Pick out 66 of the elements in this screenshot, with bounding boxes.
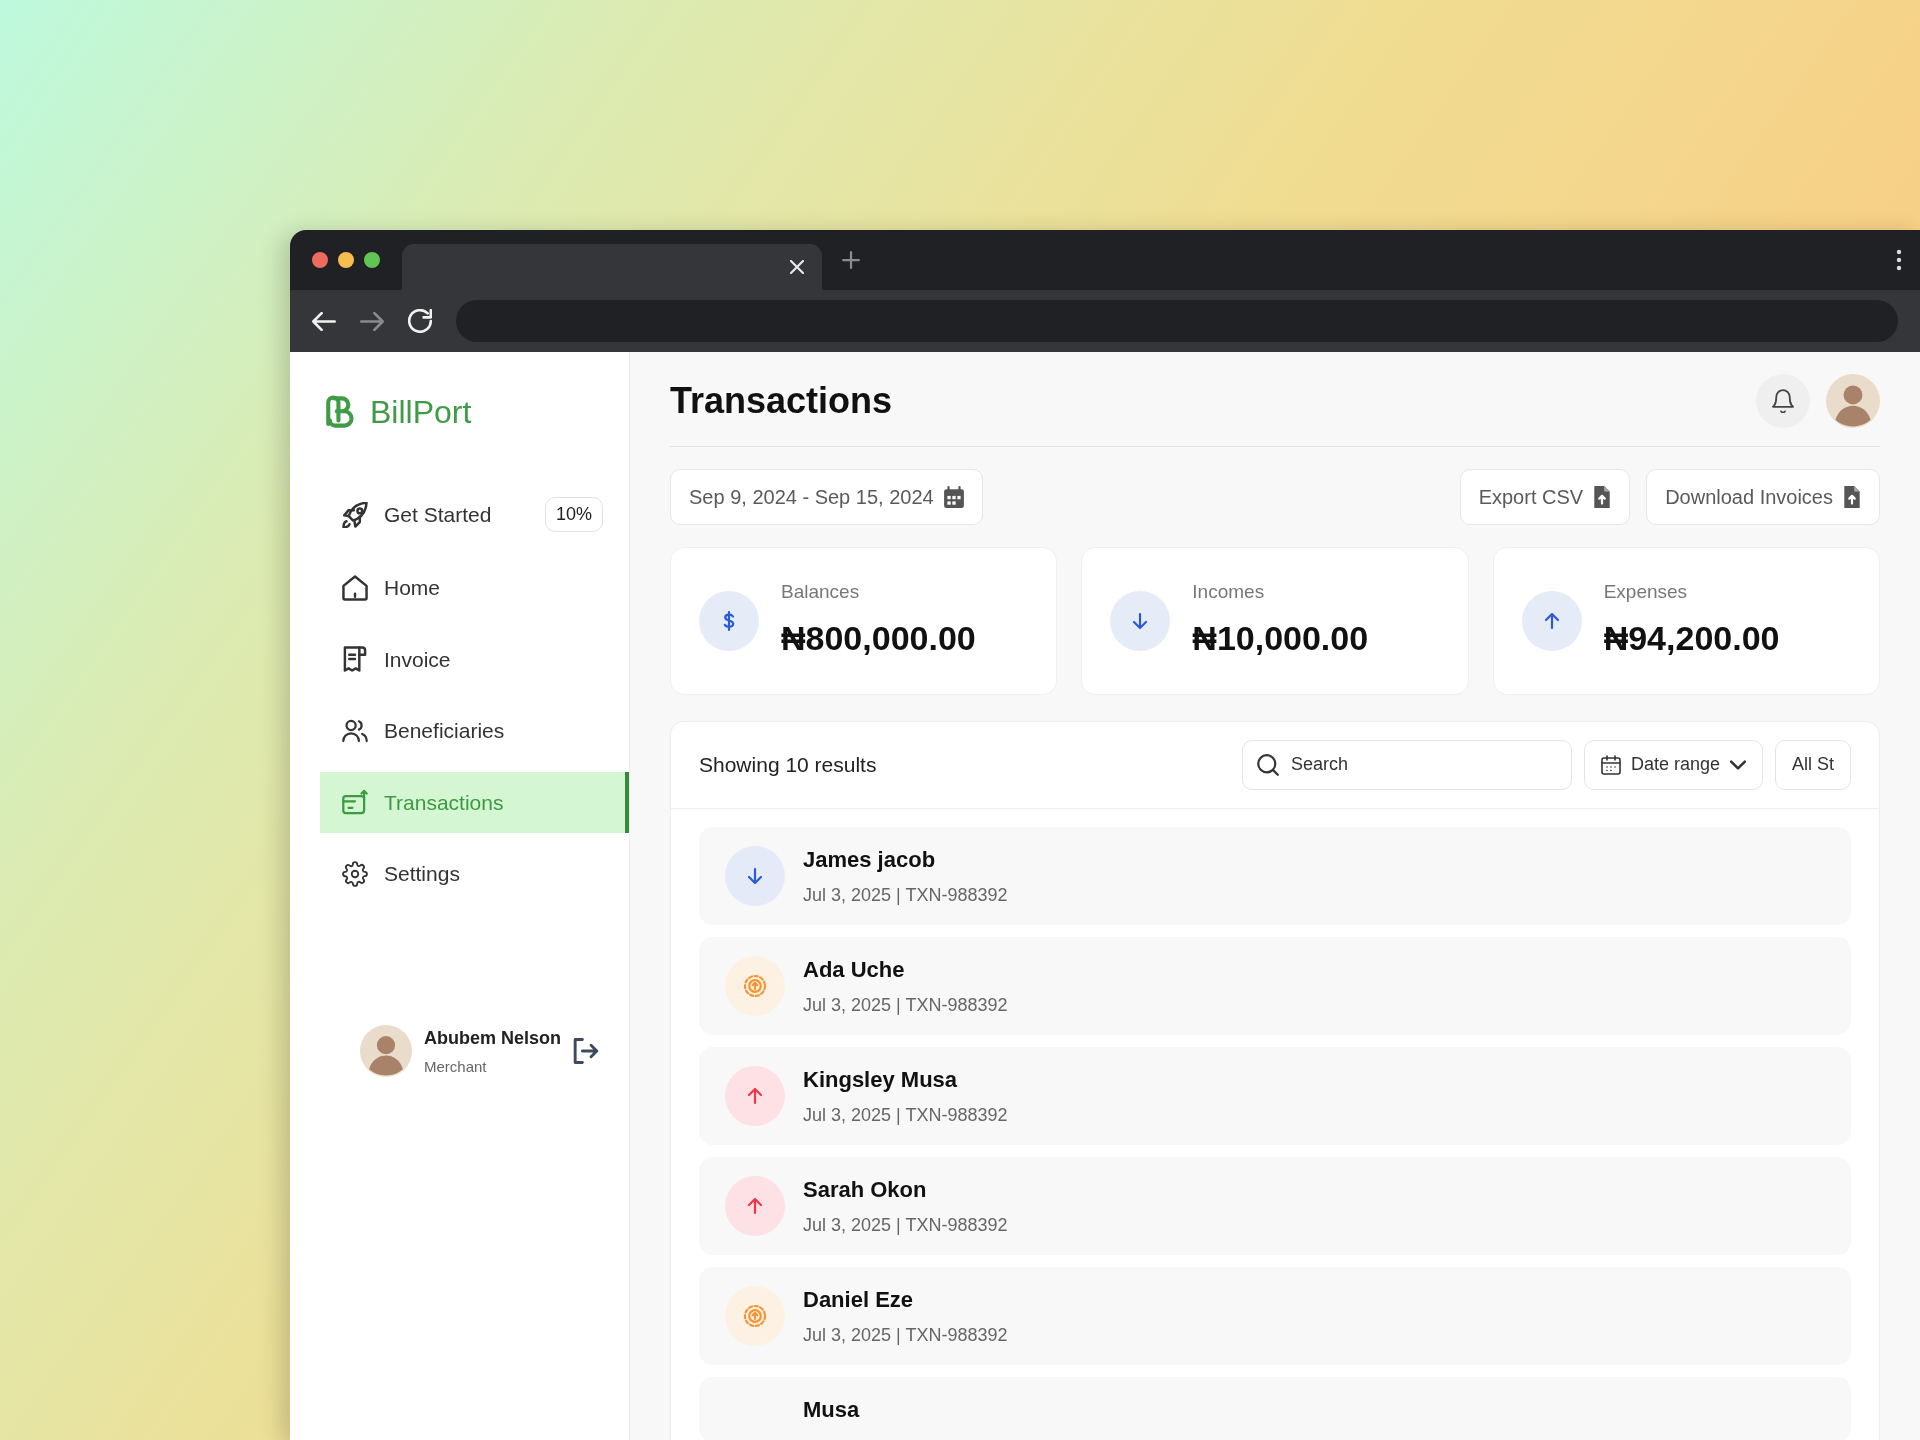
stat-label: Expenses (1603, 580, 1689, 604)
kebab-menu-icon[interactable] (1896, 249, 1902, 271)
traffic-light-minimize-icon[interactable] (338, 252, 354, 268)
filter-dropdown[interactable]: Date range (1583, 739, 1763, 790)
transaction-row[interactable]: Sarah Okon Jul 3, 2025 | TXN-988392 (699, 1156, 1851, 1255)
dollar-icon (699, 590, 759, 651)
gear-icon (342, 860, 368, 887)
results-count: Showing 10 results (699, 751, 877, 778)
sidebar-item[interactable]: Invoice (320, 628, 629, 690)
receipt-icon (342, 646, 368, 673)
avatar-icon[interactable] (1826, 374, 1880, 428)
payee-name: Kingsley Musa (803, 1065, 959, 1094)
reload-icon[interactable] (408, 309, 432, 333)
stat-label: Balances (781, 580, 861, 604)
transaction-row[interactable]: Musa (699, 1376, 1851, 1440)
user-role: Merchant (424, 1056, 488, 1077)
rocket-icon (342, 501, 368, 528)
forward-arrow-icon[interactable] (360, 311, 384, 331)
payee-name: Ada Uche (803, 955, 906, 984)
sidebar-item[interactable]: Settings (320, 843, 629, 905)
filter-dropdown[interactable]: All St (1775, 739, 1851, 790)
payee-name: James jacob (803, 845, 937, 874)
close-icon[interactable] (790, 260, 804, 274)
card-arrow-icon (342, 789, 368, 816)
stat-value: ₦10,000.00 (1192, 617, 1369, 659)
search-field[interactable]: Search (1241, 739, 1572, 790)
transaction-meta: Jul 3, 2025 | TXN-988392 (803, 1323, 1008, 1347)
stat-value: ₦94,200.00 (1603, 617, 1780, 659)
sidebar-item[interactable]: Beneficiaries (320, 700, 629, 762)
file-upload-icon (1593, 486, 1612, 508)
transaction-meta: Jul 3, 2025 | TXN-988392 (803, 1103, 1008, 1127)
avatar-icon[interactable] (360, 1025, 412, 1078)
date-range-button[interactable]: Sep 9, 2024 - Sep 15, 2024 (670, 469, 983, 525)
calendar-icon (943, 486, 964, 508)
action-button[interactable]: Export CSV (1459, 469, 1631, 525)
traffic-light-zoom-icon[interactable] (364, 252, 380, 268)
user-name: Abubem Nelson (424, 1026, 561, 1050)
stat-value: ₦800,000.00 (781, 617, 976, 659)
traffic-light-close-icon[interactable] (312, 252, 328, 268)
bell-icon (1771, 389, 1795, 413)
transaction-row[interactable]: Daniel Eze Jul 3, 2025 | TXN-988392 (699, 1266, 1851, 1365)
sidebar-item[interactable]: Get Started 10% (320, 482, 629, 547)
logout-icon[interactable] (573, 1038, 599, 1065)
sidebar-item[interactable]: Home (320, 557, 629, 619)
calendar-icon (1600, 754, 1621, 775)
back-arrow-icon[interactable] (312, 311, 336, 331)
payee-name: Musa (803, 1395, 860, 1424)
progress-badge: 10% (544, 497, 603, 532)
stat-label: Incomes (1192, 580, 1266, 604)
transaction-meta: Jul 3, 2025 | TXN-988392 (803, 883, 1008, 907)
chevron-down-icon (1730, 758, 1746, 771)
app-logo-text: BillPort (370, 393, 472, 432)
payee-name: Sarah Okon (803, 1175, 928, 1204)
home-icon (342, 574, 368, 601)
plus-icon[interactable] (842, 251, 860, 269)
action-button[interactable]: Download Invoices (1646, 469, 1880, 525)
transaction-row[interactable]: Kingsley Musa Jul 3, 2025 | TXN-988392 (699, 1046, 1851, 1145)
search-icon (1256, 753, 1279, 776)
payee-name: Daniel Eze (803, 1285, 915, 1314)
file-upload-icon (1843, 486, 1861, 508)
people-icon (342, 717, 368, 744)
transaction-row[interactable]: Ada Uche Jul 3, 2025 | TXN-988392 (699, 936, 1851, 1035)
transaction-meta: Jul 3, 2025 | TXN-988392 (803, 993, 1008, 1017)
transaction-meta: Jul 3, 2025 | TXN-988392 (803, 1213, 1008, 1237)
transaction-row[interactable]: James jacob Jul 3, 2025 | TXN-988392 (699, 826, 1851, 925)
page-title: Transactions (670, 379, 893, 423)
